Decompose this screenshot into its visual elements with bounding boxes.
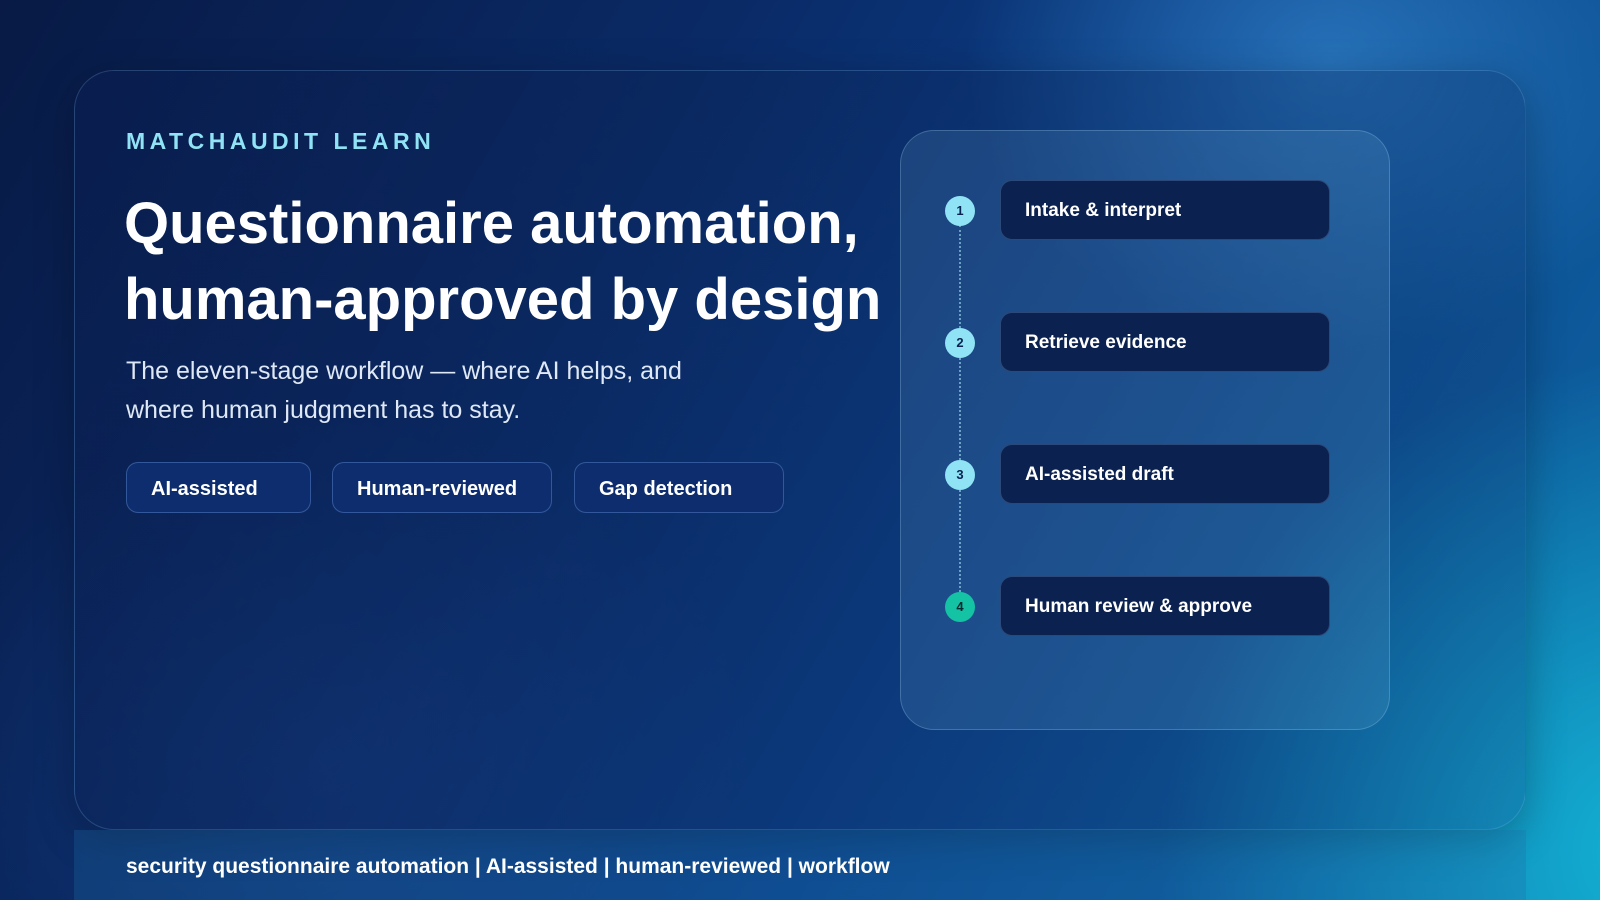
page-subtitle: The eleven-stage workflow — where AI hel… <box>126 357 682 424</box>
step-3-badge: 3 <box>945 460 975 490</box>
step-4-badge: 4 <box>945 592 975 622</box>
step-2-card: Retrieve evidence <box>1000 312 1330 372</box>
step-2-badge: 2 <box>945 328 975 358</box>
workflow-connector-line <box>959 225 961 600</box>
step-1-badge: 1 <box>945 196 975 226</box>
page-title: Questionnaire automation, human-approved… <box>124 191 882 332</box>
footer-keywords: security questionnaire automation | AI-a… <box>126 855 890 878</box>
tag-ai-assisted: AI-assisted <box>126 462 311 513</box>
eyebrow-label: MATCHAUDIT LEARN <box>126 128 436 154</box>
tag-human-reviewed: Human-reviewed <box>332 462 552 513</box>
step-4-card: Human review & approve <box>1000 576 1330 636</box>
tag-gap-detection: Gap detection <box>574 462 784 513</box>
step-1-card: Intake & interpret <box>1000 180 1330 240</box>
step-3-card: AI-assisted draft <box>1000 444 1330 504</box>
